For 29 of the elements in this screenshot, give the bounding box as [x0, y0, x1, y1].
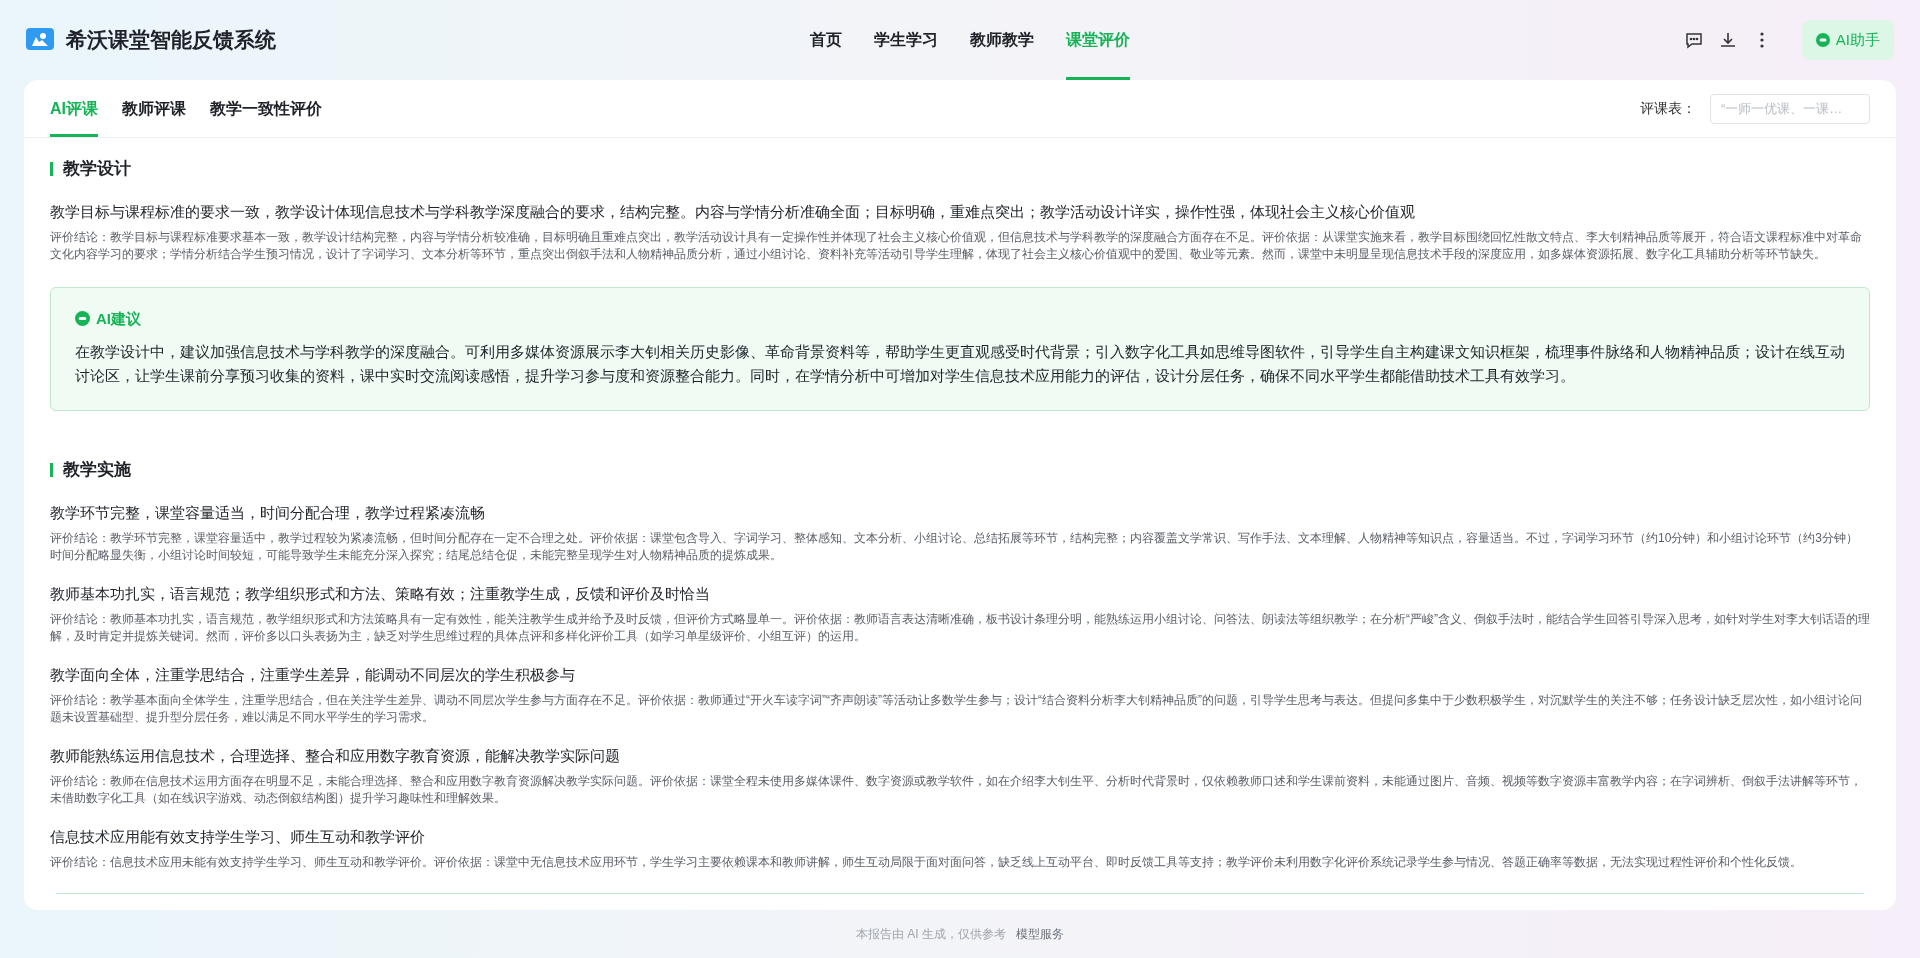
tab[interactable]: 教师评课: [122, 80, 186, 137]
evaluation-text: 评价结论：教学基本面向全体学生，注重学思结合，但在关注学生差异、调动不同层次学生参与方面存在不足。评价依据：教师通过“开火车读字词”“齐声朗读”等活动让多数学生参与；设计“结合资料分析李大钊精神品质”的问题，引导学生思考与表达。但提问多集中于少数积极学生，对沉默学生的关注不够；任务设计缺乏层次性，如小组讨论问题未设置基础型、提升型分层任务，难以满足不同水平学生的学习需求。: [50, 691, 1863, 726]
evaluation-text: 评价结论：教师基本功扎实，语言规范，教学组织形式和方法策略具有一定有效性，能关注教学生成并给予及时反馈，但评价方式略显单一。评价依据：教师语言表达清晰准确，板书设计条理分明，能熟练运用小组讨论、问答法、朗读法等组织教学；在分析“严峻”含义、倒叙手法时，能结合学生回答引导深入思考，如针对学生对李大钊话语的理解，及时肯定并提炼关键词。然而，评价多以口头表扬为主，缺乏对学生思维过程的具体点评和多样化评价工具（如学习单星级评价、小组互评）的运用。: [50, 610, 1870, 645]
evaluation-text: 评价结论：信息技术应用未能有效支持学生学习、师生互动和教学评价。评价依据：课堂中无信息技术应用环节，学生学习主要依赖课本和教师讲解，师生互动局限于面对面问答，缺乏线上互动平台、即时反馈工具等支持；教学评价未利用数字化评价系统记录学生参与情况、答题正确率等数据，无法实现过程性评价和个性化反馈。: [50, 853, 1803, 871]
section-marker: [50, 462, 53, 477]
criterion-title: 教学目标与课程标准的要求一致，教学设计体现信息技术与学科教学深度融合的要求，结构完整。内容与学情分析准确全面；目标明确，重难点突出；教学活动设计详实，操作性强，体现社会主义核心价值观: [50, 201, 1416, 222]
section-marker: [50, 161, 53, 176]
section-title: 教学实施: [63, 459, 131, 481]
disclaimer-text: 本报告由 AI 生成，仅供参考: [856, 926, 1006, 943]
evaluation-text: 评价结论：教师在信息技术运用方面存在明显不足，未能合理选择、整合和应用数字教育资源解决教学实际问题。评价依据：课堂全程未使用多媒体课件、数字资源或教学软件，如在介绍李大钊生平、分析时代背景时，仅依赖教师口述和学生课前资料，未能通过图片、音频、视频等数字资源丰富教学内容；在字词辨析、倒叙手法讲解等环节，未借助数字化工具（如在线识字游戏、动态倒叙结构图）提升学习趣味性和理解效果。: [50, 772, 1863, 807]
criterion-title: 教师基本功扎实，语言规范；教学组织形式和方法、策略有效；注重教学生成，反馈和评价及时恰当: [50, 583, 711, 604]
nav-tab[interactable]: 学生学习: [873, 0, 938, 80]
criterion-title: 教学面向全体，注重学思结合，注重学生差异，能调动不同层次的学生积极参与: [50, 664, 576, 685]
logo-icon: [26, 28, 54, 52]
criterion-title: 信息技术应用能有效支持学生学习、师生互动和教学评价: [50, 826, 426, 847]
chat-icon[interactable]: [1683, 30, 1704, 50]
app-title: 希沃课堂智能反馈系统: [66, 27, 276, 54]
nav-tab[interactable]: 教师教学: [969, 0, 1034, 80]
section-title: 教学设计: [63, 158, 131, 180]
suggestion-text: 在教学设计中，建议加强信息技术与学科教学的深度融合。可利用多媒体资源展示李大钊相关历史影像、革命背景资料等，帮助学生更直观感受时代背景；引入数字化工具如思维导图软件，引导学生自主构建课文知识框架，梳理事件脉络和人物精神品质；设计在线互动讨论区，让学生课前分享预习收集的资料，课中实时交流阅读感悟，提升学习参与度和资源整合能力。同时，在学情分析中可增加对学生信息技术应用能力的评估，设计分层任务，确保不同水平学生都能借助技术工具有效学习。: [75, 343, 1845, 386]
criterion-title: 教学环节完整，课堂容量适当，时间分配合理，教学过程紧凑流畅: [50, 502, 486, 523]
tab[interactable]: 教学一致性评价: [210, 80, 322, 137]
criterion-title: 教师能熟练运用信息技术，合理选择、整合和应用数字教育资源，能解决教学实际问题: [50, 745, 621, 766]
evaluation-text: 评价结论：教学环节完整，课堂容量适中，教学过程较为紧凑流畅，但时间分配存在一定不合理之处。评价依据：课堂包含导入、字词学习、整体感知、文本分析、小组讨论、总结拓展等环节，结构完整；内容覆盖文学常识、写作手法、文本理解、人物精神等知识点，容量适当。不过，字词学习环节（约10分钟）和小组讨论环节（约3分钟）时间分配略显失衡，小组讨论时间较短，可能导致学生未能充分深入探究；结尾总结仓促，未能完整呈现学生对人物精神品质的提炼成果。: [50, 529, 1860, 564]
suggestion-title: AI建议: [96, 308, 141, 329]
model-service-link[interactable]: 模型服务: [1016, 925, 1064, 943]
evaluation-text: 评价结论：教学目标与课程标准要求基本一致，教学设计结构完整，内容与学情分析较准确，目标明确且重难点突出，教学活动设计具有一定操作性并体现了社会主义核心价值观，但信息技术与学科教学的深度融合方面存在不足。评价依据：从课堂实施来看，教学目标围绕回忆性散文特点、李大钊精神品质等展开，符合语文课程标准中对革命文化内容学习的要求；学情分析结合学生预习情况，设计了字词学习、文本分析等环节，重点突出倒叙手法和人物精神品质分析，通过小组讨论、资料补充等活动引导学生理解，体现了社会主义核心价值观中的爱国、敬业等元素。然而，课堂中未明显呈现信息技术手段的深度应用，如多媒体资源拓展、数字化工具辅助分析等环节缺失。: [50, 228, 1863, 263]
rubric-label: 评课表：: [1640, 99, 1696, 118]
nav-tab[interactable]: 首页: [809, 0, 842, 80]
